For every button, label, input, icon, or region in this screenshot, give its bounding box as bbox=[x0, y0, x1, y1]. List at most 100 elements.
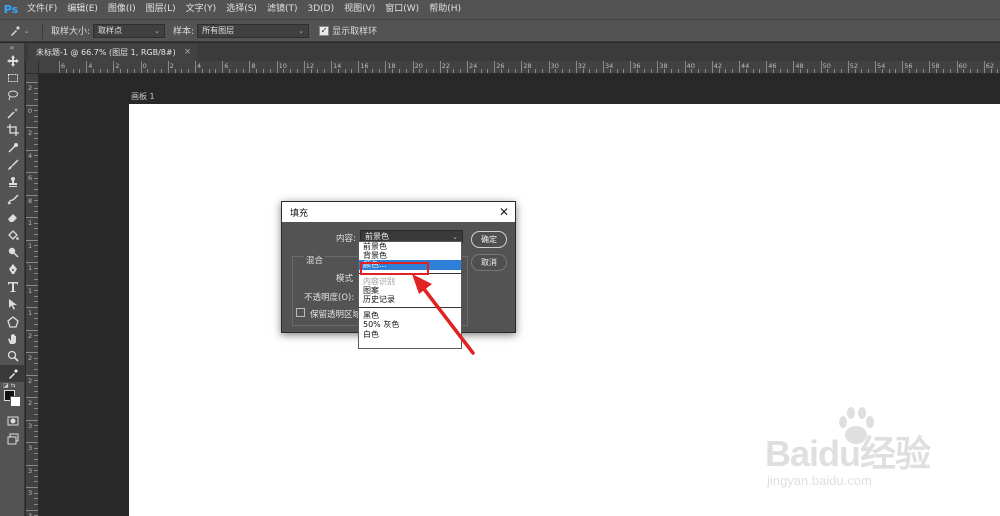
artboard-label[interactable]: 画板 1 bbox=[131, 91, 155, 102]
dropdown-option[interactable]: 前景色 bbox=[359, 242, 461, 251]
sample-size-select[interactable]: 取样点 ⌄ bbox=[93, 23, 166, 38]
ruler-tick-label: 3 bbox=[28, 444, 33, 452]
lasso-tool[interactable] bbox=[0, 87, 25, 104]
eyedropper-tool-slot[interactable] bbox=[0, 139, 25, 156]
dodge-tool[interactable] bbox=[0, 243, 25, 260]
magic-wand-icon bbox=[6, 107, 18, 119]
quick-select-tool[interactable] bbox=[0, 104, 25, 121]
ruler-tick bbox=[956, 61, 958, 73]
ruler-minor-tick bbox=[34, 481, 38, 483]
color-swatches[interactable]: ◪ ⇆ bbox=[0, 382, 25, 412]
ruler-tick bbox=[26, 352, 38, 353]
screen-mode-button[interactable] bbox=[0, 430, 25, 447]
menu-select[interactable]: 选择(S) bbox=[221, 0, 262, 19]
crop-tool[interactable] bbox=[0, 122, 25, 139]
ruler-minor-tick bbox=[317, 69, 319, 73]
dialog-titlebar[interactable]: 填充 ✕ bbox=[282, 202, 515, 222]
document-tab[interactable]: 未标题-1 @ 66.7% (图层 1, RGB/8#) × bbox=[28, 43, 198, 61]
chevron-down-icon: ⌄ bbox=[298, 26, 305, 35]
ruler-tick bbox=[657, 61, 659, 73]
eraser-tool[interactable] bbox=[0, 209, 25, 226]
ruler-tick bbox=[793, 61, 795, 73]
menu-image[interactable]: 图像(I) bbox=[103, 0, 141, 19]
ok-button[interactable]: 确定 bbox=[471, 231, 507, 248]
ruler-minor-tick bbox=[34, 425, 38, 427]
move-tool[interactable] bbox=[0, 52, 25, 69]
ruler-minor-tick bbox=[589, 69, 591, 73]
panel-collapse-icon[interactable]: » bbox=[0, 43, 24, 52]
ruler-minor-tick bbox=[881, 69, 883, 73]
ruler-minor-tick bbox=[562, 69, 564, 73]
path-select-tool[interactable] bbox=[0, 295, 25, 312]
pen-tool[interactable] bbox=[0, 261, 25, 278]
vertical-ruler[interactable]: 2 0 2 4 6 8 1 1 1 1 1 2 2 2 2 3 3 3 3 3 bbox=[26, 74, 39, 516]
pointer-icon bbox=[8, 299, 17, 310]
menu-window[interactable]: 窗口(W) bbox=[380, 0, 424, 19]
ruler-tick-label: 4 bbox=[88, 62, 93, 70]
ruler-tick bbox=[113, 61, 115, 73]
dropdown-option[interactable]: 背景色 bbox=[359, 251, 461, 260]
menu-type[interactable]: 文字(Y) bbox=[181, 0, 222, 19]
paint-bucket-tool[interactable] bbox=[0, 226, 25, 243]
ruler-minor-tick bbox=[34, 475, 38, 477]
menu-view[interactable]: 视图(V) bbox=[339, 0, 380, 19]
tool-preset-picker[interactable]: ⌄ bbox=[0, 20, 38, 41]
close-icon[interactable]: ✕ bbox=[499, 205, 509, 219]
shape-tool[interactable] bbox=[0, 313, 25, 330]
ruler-tick bbox=[222, 61, 224, 73]
ruler-corner[interactable] bbox=[26, 61, 39, 74]
ruler-tick bbox=[26, 194, 38, 196]
ruler-tick-label: 6 bbox=[28, 174, 33, 182]
ruler-tick bbox=[711, 61, 713, 73]
ruler-tick bbox=[26, 104, 38, 106]
stamp-tool[interactable] bbox=[0, 174, 25, 191]
close-icon[interactable]: × bbox=[184, 47, 192, 57]
frame-icon bbox=[7, 142, 18, 153]
ruler-tick bbox=[548, 61, 550, 73]
ruler-minor-tick bbox=[34, 492, 38, 494]
horizontal-ruler[interactable]: 6 4 2 0 2 4 6 8 10 12 14 16 18 20 22 24 26 28 30 32 34 36 38 40… bbox=[39, 61, 1000, 74]
ruler-minor-tick bbox=[378, 69, 380, 73]
menu-help[interactable]: 帮助(H) bbox=[424, 0, 466, 19]
ruler-minor-tick bbox=[106, 69, 108, 73]
ruler-minor-tick bbox=[93, 69, 94, 73]
ruler-minor-tick bbox=[677, 69, 679, 73]
marquee-tool[interactable] bbox=[0, 69, 25, 86]
hand-tool[interactable] bbox=[0, 330, 25, 347]
default-colors-icon[interactable]: ◪ ⇆ bbox=[3, 382, 23, 389]
content-label: 内容: bbox=[336, 234, 356, 244]
ruler-tick-label: 8 bbox=[28, 196, 33, 205]
ruler-tick-label: 1 bbox=[28, 309, 33, 317]
show-ring-option[interactable]: ✓ 显示取样环 bbox=[319, 24, 380, 37]
zoom-tool[interactable] bbox=[0, 348, 25, 365]
menu-layer[interactable]: 图层(L) bbox=[141, 0, 181, 19]
ruler-minor-tick bbox=[344, 69, 346, 73]
eyedropper-tool[interactable] bbox=[0, 365, 25, 383]
history-brush-tool[interactable] bbox=[0, 191, 25, 208]
sample-value: 所有图层 bbox=[202, 26, 235, 35]
type-tool[interactable] bbox=[0, 278, 25, 295]
ruler-minor-tick bbox=[324, 69, 326, 73]
quick-mask-button[interactable] bbox=[0, 412, 25, 429]
brush-tool[interactable] bbox=[0, 156, 25, 173]
sample-select[interactable]: 所有图层 ⌄ bbox=[197, 23, 310, 38]
ruler-minor-tick bbox=[888, 69, 890, 73]
ruler-tick bbox=[847, 61, 849, 73]
ruler-tick-label: 3 bbox=[28, 489, 33, 497]
ruler-tick bbox=[26, 397, 38, 398]
menu-file[interactable]: 文件(F) bbox=[22, 0, 62, 19]
ruler-minor-tick bbox=[127, 69, 128, 73]
menu-edit[interactable]: 编辑(E) bbox=[62, 0, 103, 19]
menu-filter[interactable]: 滤镜(T) bbox=[262, 0, 303, 19]
show-ring-label: 显示取样环 bbox=[332, 27, 378, 37]
ruler-minor-tick bbox=[34, 430, 38, 432]
ruler-minor-tick bbox=[34, 458, 38, 460]
ruler-minor-tick bbox=[800, 69, 802, 73]
menu-3d[interactable]: 3D(D) bbox=[302, 0, 339, 19]
show-ring-checkbox[interactable]: ✓ bbox=[319, 25, 330, 36]
background-color-swatch[interactable] bbox=[10, 396, 21, 408]
preserve-transparency-checkbox[interactable] bbox=[296, 308, 305, 317]
ruler-tick bbox=[26, 262, 38, 263]
watermark-text: Baidu经验 bbox=[765, 433, 931, 474]
ruler-minor-tick bbox=[34, 498, 38, 500]
